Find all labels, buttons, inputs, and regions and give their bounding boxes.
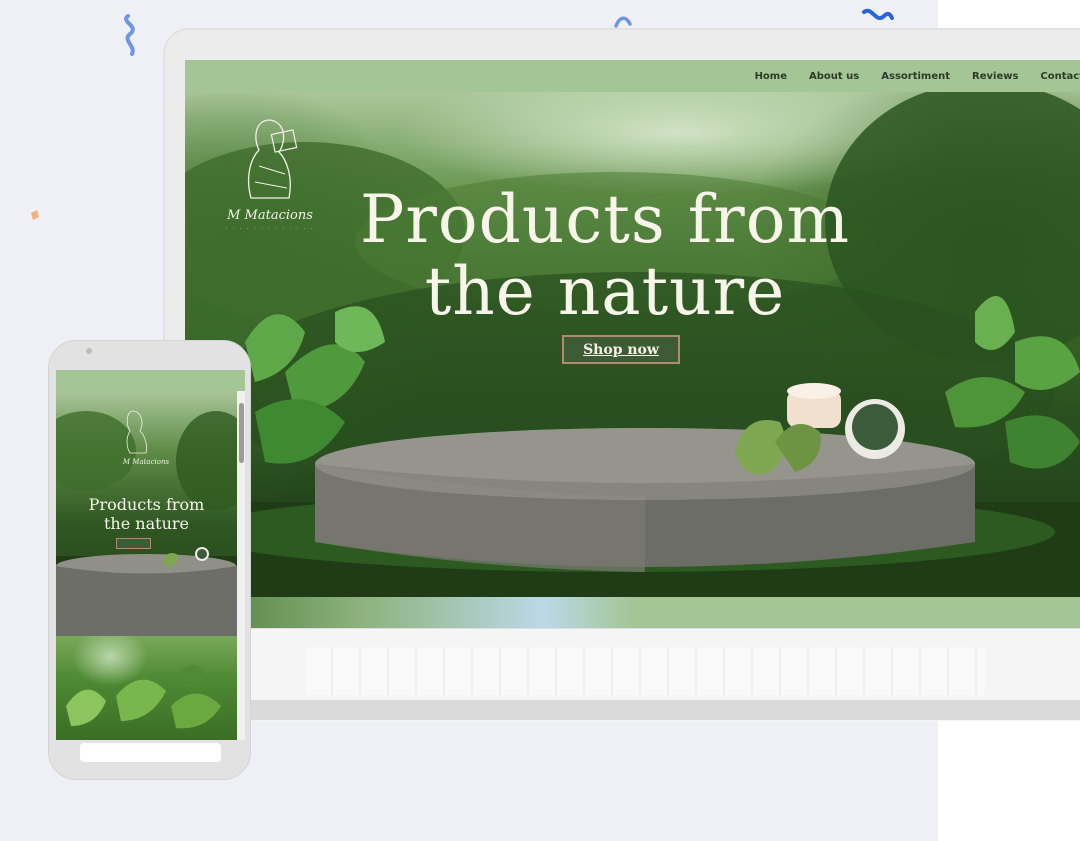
hero-title-line-2: the nature bbox=[424, 253, 786, 330]
next-section-preview bbox=[185, 597, 1080, 628]
mobile-navigation-bar bbox=[56, 370, 245, 391]
mobile-leaves-illustration bbox=[66, 664, 221, 729]
shop-now-button[interactable]: Shop now bbox=[562, 335, 680, 364]
hero-banner: M Matacions · · · · · · · · · · · · · Pr… bbox=[185, 92, 1080, 597]
mobile-scrollbar-thumb[interactable] bbox=[239, 403, 244, 463]
hero-title-line-1: Products from bbox=[359, 181, 851, 258]
laptop-base-edge bbox=[225, 700, 1080, 720]
confetti-dot bbox=[31, 210, 39, 220]
confetti-squiggle-3 bbox=[862, 8, 894, 20]
laptop-screen: Home About us Assortiment Reviews Contac… bbox=[185, 60, 1080, 628]
brand-logo-icon bbox=[247, 119, 298, 199]
phone-screen: M Matacions Products from the nature bbox=[56, 370, 245, 740]
nav-link-assortiment[interactable]: Assortiment bbox=[881, 71, 950, 82]
phone-camera bbox=[86, 348, 92, 354]
mobile-hero-title-line-2: the nature bbox=[104, 514, 189, 533]
mobile-shop-now-button[interactable] bbox=[116, 538, 151, 549]
nav-link-about-us[interactable]: About us bbox=[809, 71, 859, 82]
main-navigation: Home About us Assortiment Reviews Contac… bbox=[185, 60, 1080, 92]
phone-home-bar bbox=[80, 743, 221, 762]
mobile-hero-title-line-1: Products from bbox=[88, 495, 205, 514]
mobile-hero-banner: M Matacions Products from the nature bbox=[56, 391, 237, 636]
nav-link-home[interactable]: Home bbox=[755, 71, 787, 82]
hero-title: Products from the nature bbox=[335, 184, 875, 328]
nav-link-reviews[interactable]: Reviews bbox=[972, 71, 1018, 82]
brand-tagline-decoration: · · · · · · · · · · · · · bbox=[225, 226, 315, 232]
nav-link-contact[interactable]: Contact bbox=[1040, 71, 1080, 82]
mobile-brand-name: M Matacions bbox=[122, 458, 170, 466]
confetti-squiggle-1 bbox=[124, 14, 135, 56]
brand-name: M Matacions bbox=[227, 208, 313, 223]
phone-frame: M Matacions Products from the nature bbox=[48, 340, 251, 780]
mobile-hero-title: Products from the nature bbox=[56, 495, 237, 533]
mobile-leaves-section bbox=[56, 636, 237, 740]
